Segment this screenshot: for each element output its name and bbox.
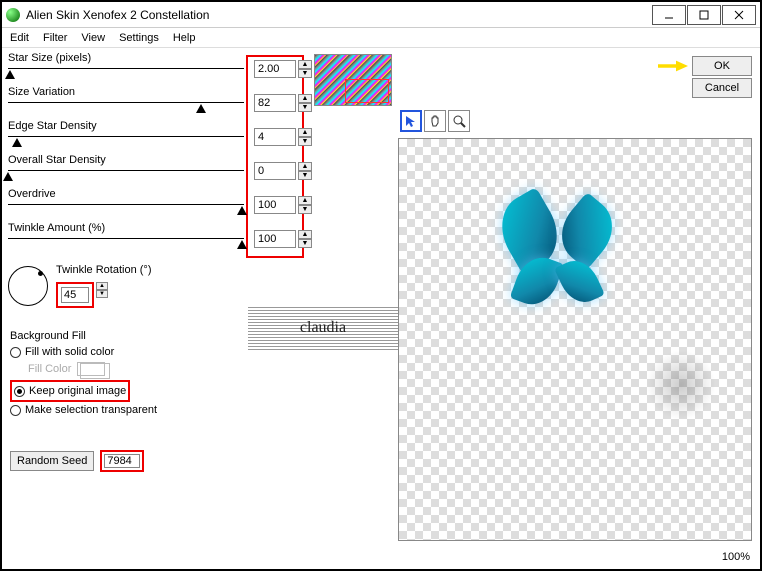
spin-down[interactable]: ▼ bbox=[298, 137, 312, 146]
spin-down[interactable]: ▼ bbox=[298, 103, 312, 112]
menu-help[interactable]: Help bbox=[173, 32, 196, 44]
spin-up[interactable]: ▲ bbox=[298, 230, 312, 239]
input-edge-density[interactable] bbox=[254, 128, 296, 146]
slider-edge-density[interactable] bbox=[8, 136, 244, 137]
titlebar: Alien Skin Xenofex 2 Constellation bbox=[2, 2, 760, 28]
radio-transparent[interactable]: Make selection transparent bbox=[10, 404, 157, 416]
label-fill-color: Fill Color bbox=[28, 363, 71, 375]
label-edge-density: Edge Star Density bbox=[8, 120, 97, 132]
ok-button[interactable]: OK bbox=[692, 56, 752, 76]
label-size-variation: Size Variation bbox=[8, 86, 75, 98]
label-overdrive: Overdrive bbox=[8, 188, 56, 200]
tool-zoom[interactable] bbox=[448, 110, 470, 132]
spin-up[interactable]: ▲ bbox=[298, 94, 312, 103]
label-bg-fill: Background Fill bbox=[10, 330, 157, 342]
slider-size-variation[interactable] bbox=[8, 102, 244, 103]
spin-down[interactable]: ▼ bbox=[96, 290, 108, 298]
slider-twinkle-amount[interactable] bbox=[8, 238, 244, 239]
menu-filter[interactable]: Filter bbox=[43, 32, 67, 44]
spin-down[interactable]: ▼ bbox=[298, 69, 312, 78]
slider-overdrive[interactable] bbox=[8, 204, 244, 205]
slider-thumb[interactable] bbox=[3, 172, 13, 181]
slider-overall-density[interactable] bbox=[8, 170, 244, 171]
close-button[interactable] bbox=[722, 5, 756, 25]
slider-star-size[interactable] bbox=[8, 68, 244, 69]
tool-pointer[interactable] bbox=[400, 110, 422, 132]
spin-up[interactable]: ▲ bbox=[298, 162, 312, 171]
menu-settings[interactable]: Settings bbox=[119, 32, 159, 44]
preview-area[interactable] bbox=[398, 138, 752, 541]
slider-thumb[interactable] bbox=[5, 70, 15, 79]
controls-panel: Star Size (pixels) ▲▼ Size Variation ▲▼ … bbox=[6, 52, 336, 256]
highlight-seed bbox=[100, 450, 144, 472]
spin-up[interactable]: ▲ bbox=[298, 196, 312, 205]
input-size-variation[interactable] bbox=[254, 94, 296, 112]
minimize-button[interactable] bbox=[652, 5, 686, 25]
label-star-size: Star Size (pixels) bbox=[8, 52, 91, 64]
highlight-keep-original: Keep original image bbox=[10, 380, 130, 402]
spin-down[interactable]: ▼ bbox=[298, 171, 312, 180]
slider-thumb[interactable] bbox=[196, 104, 206, 113]
menu-edit[interactable]: Edit bbox=[10, 32, 29, 44]
rotation-dial[interactable] bbox=[8, 266, 48, 306]
spin-down[interactable]: ▼ bbox=[298, 205, 312, 214]
cancel-button[interactable]: Cancel bbox=[692, 78, 752, 98]
fill-color-swatch[interactable] bbox=[77, 362, 105, 376]
watermark: claudia bbox=[248, 306, 398, 350]
menu-view[interactable]: View bbox=[81, 32, 105, 44]
label-twinkle-rotation: Twinkle Rotation (°) bbox=[56, 264, 152, 276]
preview-shadow bbox=[646, 350, 716, 420]
background-fill-group: Background Fill Fill with solid color Fi… bbox=[10, 330, 157, 418]
input-overall-density[interactable] bbox=[254, 162, 296, 180]
input-twinkle-amount[interactable] bbox=[254, 230, 296, 248]
app-icon bbox=[6, 8, 20, 22]
tool-hand[interactable] bbox=[424, 110, 446, 132]
input-twinkle-rotation[interactable] bbox=[61, 287, 89, 303]
spin-down[interactable]: ▼ bbox=[298, 239, 312, 248]
label-overall-density: Overall Star Density bbox=[8, 154, 106, 166]
zoom-level: 100% bbox=[722, 551, 750, 563]
label-twinkle-amount: Twinkle Amount (%) bbox=[8, 222, 105, 234]
input-random-seed[interactable] bbox=[104, 454, 140, 468]
spin-up[interactable]: ▲ bbox=[298, 128, 312, 137]
radio-solid-color[interactable]: Fill with solid color bbox=[10, 346, 157, 358]
navigator-selection[interactable] bbox=[345, 79, 389, 103]
window-title: Alien Skin Xenofex 2 Constellation bbox=[26, 8, 652, 22]
input-overdrive[interactable] bbox=[254, 196, 296, 214]
slider-thumb[interactable] bbox=[237, 240, 247, 249]
menubar: Edit Filter View Settings Help bbox=[2, 28, 760, 48]
navigator-thumbnail[interactable] bbox=[314, 54, 392, 106]
highlight-rotation bbox=[56, 282, 94, 308]
radio-keep-original[interactable]: Keep original image bbox=[14, 385, 126, 397]
preview-content bbox=[492, 186, 622, 316]
spin-up[interactable]: ▲ bbox=[96, 282, 108, 290]
maximize-button[interactable] bbox=[687, 5, 721, 25]
pointer-hand-icon bbox=[658, 57, 688, 75]
spin-up[interactable]: ▲ bbox=[298, 60, 312, 69]
input-star-size[interactable] bbox=[254, 60, 296, 78]
slider-thumb[interactable] bbox=[237, 206, 247, 215]
slider-thumb[interactable] bbox=[12, 138, 22, 147]
random-seed-button[interactable]: Random Seed bbox=[10, 451, 94, 471]
